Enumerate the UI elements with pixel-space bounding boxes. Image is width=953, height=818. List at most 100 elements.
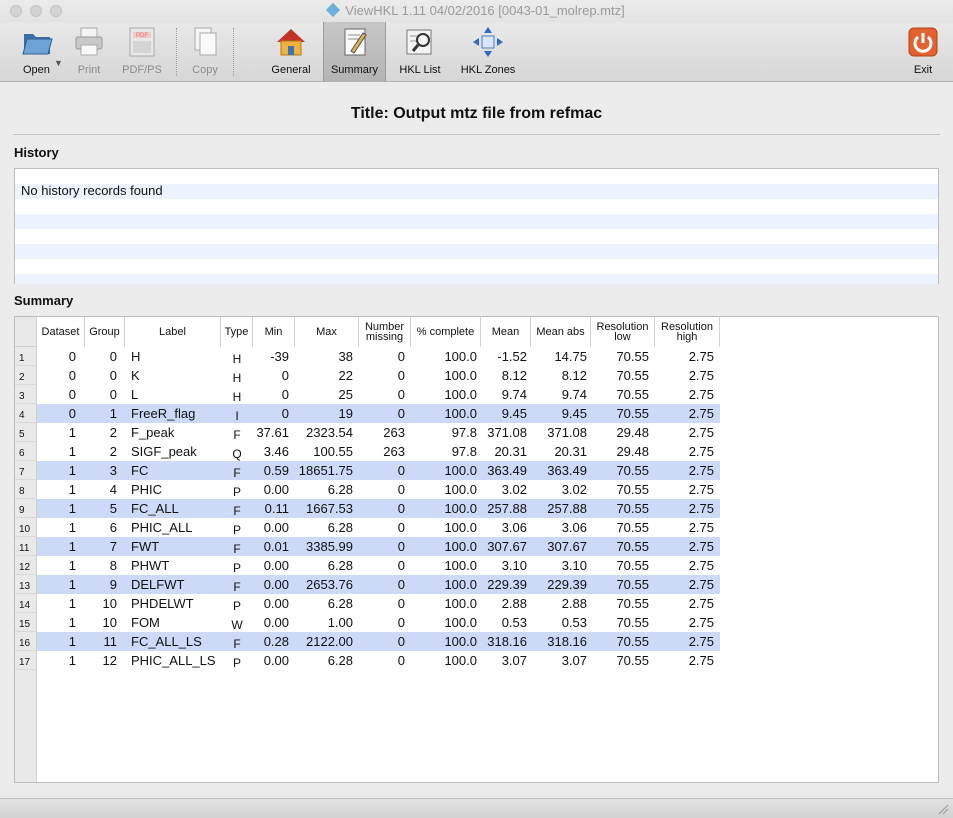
column-header-max[interactable]: Max	[295, 317, 359, 347]
table-row[interactable]: 1 4 PHIC P 0.00 6.28 0 100.0 3.02 3.02 70.55 2.75	[37, 480, 720, 499]
table-row[interactable]: 1 8 PHWT P 0.00 6.28 0 100.0 3.10 3.10 70.55 2.75	[37, 556, 720, 575]
column-header-resolution-high[interactable]: Resolution high	[655, 317, 720, 347]
summary-button[interactable]: Summary	[323, 22, 386, 82]
cell-label: FC_ALL_LS	[131, 634, 202, 649]
cell-type: H	[232, 371, 242, 385]
cell-label: PHIC_ALL_LS	[131, 653, 216, 668]
cell-mean-abs: 363.49	[547, 463, 587, 478]
summary-table[interactable]: 1 2 3 4 5 6 7 8 9 10 11 12 13 14 15 16 17 Dataset Group La…	[14, 316, 939, 783]
resize-grip-icon[interactable]	[937, 803, 949, 815]
cell-type: I	[235, 409, 239, 423]
table-row[interactable]: 1 5 FC_ALL F 0.11 1667.53 0 100.0 257.88 257.88 70…	[37, 499, 720, 518]
column-header-label[interactable]: Label	[125, 317, 221, 347]
column-header-mean[interactable]: Mean	[481, 317, 531, 347]
cell-percent-complete: 97.8	[451, 444, 477, 459]
column-header-text: Mean	[492, 327, 520, 338]
cell-mean: 3.10	[501, 558, 527, 573]
cell-group: 5	[109, 501, 117, 516]
column-header-mean-abs[interactable]: Mean abs	[531, 317, 591, 347]
cell-min: 0.00	[263, 615, 289, 630]
history-heading: History	[14, 145, 59, 160]
table-row[interactable]: 1 3 FC F 0.59 18651.75 0 100.0 363.49 363.49 70.55…	[37, 461, 720, 480]
cell-mean-abs: 3.07	[561, 653, 587, 668]
cell-max: 38	[338, 349, 353, 364]
row-number[interactable]: 8	[15, 480, 37, 499]
copy-documents-icon	[194, 27, 217, 56]
table-row[interactable]: 1 12 PHIC_ALL_LS P 0.00 6.28 0 100.0 3.07 3.07 70.…	[37, 651, 720, 670]
row-number[interactable]: 7	[15, 461, 37, 480]
table-row[interactable]: 0 1 FreeR_flag I 0 19 0 100.0 9.45 9.45 70.55 2.75	[37, 404, 720, 423]
row-number[interactable]: 1	[15, 347, 37, 366]
copy-button[interactable]: Copy	[184, 22, 226, 82]
table-row[interactable]: 1 10 FOM W 0.00 1.00 0 100.0 0.53 0.53 70.55 2.75	[37, 613, 720, 632]
table-row[interactable]: 1 9 DELFWT F 0.00 2653.76 0 100.0 229.39 229.39 70…	[37, 575, 720, 594]
row-number[interactable]: 2	[15, 366, 37, 385]
table-row[interactable]: 1 10 PHDELWT P 0.00 6.28 0 100.0 2.88 2.88 70.55 2.…	[37, 594, 720, 613]
cell-mean: 257.88	[487, 501, 527, 516]
column-header-min[interactable]: Min	[253, 317, 295, 347]
cell-min: 0	[281, 406, 289, 421]
window-title-text: ViewHKL 1.11 04/02/2016 [0043-01_molrep.…	[345, 3, 625, 18]
row-number[interactable]: 9	[15, 499, 37, 518]
open-button[interactable]: Open ▼	[10, 22, 66, 82]
row-number[interactable]: 15	[15, 613, 37, 632]
cell-type: P	[232, 523, 241, 537]
column-header-text: % complete	[417, 327, 474, 338]
row-number[interactable]: 3	[15, 385, 37, 404]
cell-max: 18651.75	[298, 463, 353, 478]
cell-resolution-low: 70.55	[616, 596, 649, 611]
column-header-dataset[interactable]: Dataset	[37, 317, 85, 347]
cell-number-missing: 263	[383, 444, 405, 459]
cell-percent-complete: 100.0	[444, 539, 477, 554]
pdf-ps-button[interactable]: PDF PDF/PS	[116, 22, 168, 82]
table-row[interactable]: 1 11 FC_ALL_LS F 0.28 2122.00 0 100.0 318.16 318.…	[37, 632, 720, 651]
cell-label: PHWT	[131, 558, 170, 573]
exit-button[interactable]: Exit	[900, 22, 946, 82]
cell-max: 2323.54	[306, 425, 353, 440]
column-header-resolution-low[interactable]: Resolution low	[591, 317, 655, 347]
table-row[interactable]: 1 2 SIGF_peak Q 3.46 100.55 263 97.8 20.31 20.31 2…	[37, 442, 720, 461]
row-number[interactable]: 10	[15, 518, 37, 537]
cell-max: 1.00	[327, 615, 353, 630]
column-header-percent-complete[interactable]: % complete	[411, 317, 481, 347]
row-number[interactable]: 13	[15, 575, 37, 594]
row-number[interactable]: 14	[15, 594, 37, 613]
cell-mean-abs: 229.39	[547, 577, 587, 592]
cell-mean-abs: 20.31	[554, 444, 587, 459]
row-number[interactable]: 5	[15, 423, 37, 442]
column-header-number-missing[interactable]: Number missing	[359, 317, 411, 347]
open-dropdown-chevron-icon[interactable]: ▼	[54, 58, 63, 68]
table-row[interactable]: 0 0 K H 0 22 0 100.0 8.12 8.12 70.55 2.75	[37, 366, 720, 385]
row-number[interactable]: 12	[15, 556, 37, 575]
hkl-zones-button[interactable]: HKL Zones	[455, 22, 521, 82]
cell-group: 11	[103, 634, 118, 649]
cell-dataset: 1	[68, 577, 76, 592]
column-header-group[interactable]: Group	[85, 317, 125, 347]
document-pencil-icon	[344, 28, 367, 56]
window-titlebar: ViewHKL 1.11 04/02/2016 [0043-01_molrep.…	[0, 0, 953, 22]
cell-group: 1	[109, 406, 117, 421]
table-row[interactable]: 0 0 L H 0 25 0 100.0 9.74 9.74 70.55 2.75	[37, 385, 720, 404]
cell-percent-complete: 100.0	[444, 615, 477, 630]
table-row[interactable]: 1 6 PHIC_ALL P 0.00 6.28 0 100.0 3.06 3.06 70.55 2.…	[37, 518, 720, 537]
cell-group: 12	[102, 653, 117, 668]
cell-number-missing: 0	[397, 577, 405, 592]
column-header-type[interactable]: Type	[221, 317, 253, 347]
history-list[interactable]: No history records found	[14, 168, 939, 284]
cell-resolution-high: 2.75	[688, 653, 714, 668]
general-button[interactable]: General	[266, 22, 316, 82]
table-corner[interactable]	[15, 317, 37, 347]
row-number[interactable]: 11	[15, 537, 37, 556]
row-number[interactable]: 17	[15, 651, 37, 670]
column-header-text: Resolution high	[661, 322, 713, 343]
row-number[interactable]: 6	[15, 442, 37, 461]
table-row[interactable]: 0 0 H H -39 38 0 100.0 -1.52 14.75 70.55 2.75	[37, 347, 720, 366]
cell-resolution-high: 2.75	[688, 349, 714, 364]
hkl-list-button[interactable]: HKL List	[394, 22, 446, 82]
row-number[interactable]: 4	[15, 404, 37, 423]
row-number[interactable]: 16	[15, 632, 37, 651]
table-row[interactable]: 1 2 F_peak F 37.61 2323.54 263 97.8 371.08 371.08…	[37, 423, 720, 442]
table-row[interactable]: 1 7 FWT F 0.01 3385.99 0 100.0 307.67 307.67 70.55…	[37, 537, 720, 556]
cell-min: 0	[281, 387, 289, 402]
print-button[interactable]: Print	[68, 22, 110, 82]
